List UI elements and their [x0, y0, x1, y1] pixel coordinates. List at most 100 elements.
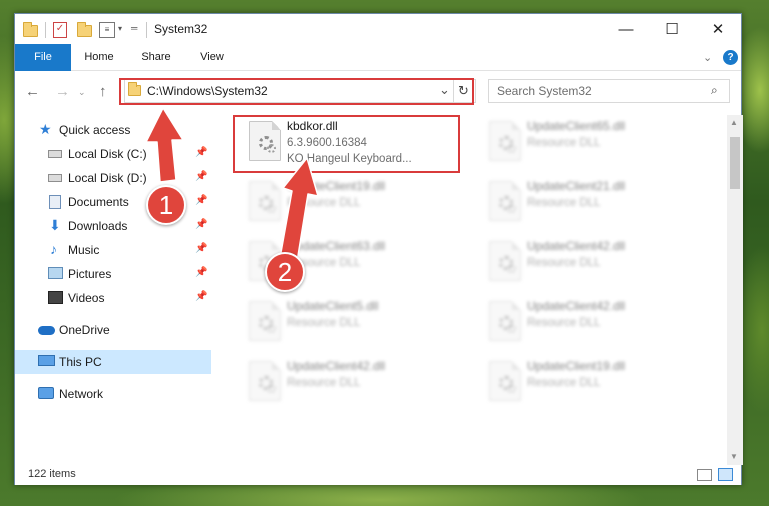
- address-divider: [453, 80, 454, 102]
- scroll-down-icon[interactable]: ▼: [730, 452, 738, 461]
- sidebar-item-this-pc[interactable]: This PC: [15, 350, 211, 374]
- dll-file-icon: [249, 181, 281, 221]
- search-box[interactable]: Search System32 ⌕: [488, 79, 730, 103]
- file-tile[interactable]: UpdateClient21.dll Resource DLL: [477, 177, 707, 233]
- drive-icon: [48, 150, 62, 158]
- sidebar-item-label: Local Disk (D:): [68, 171, 147, 185]
- details-view-icon[interactable]: [697, 469, 712, 481]
- pin-icon[interactable]: 📌: [195, 147, 207, 158]
- properties-icon[interactable]: ✓: [53, 22, 67, 38]
- sidebar-item-label: Local Disk (C:): [68, 147, 147, 161]
- dll-file-icon: [249, 241, 281, 281]
- file-tile[interactable]: UpdateClient19.dll Resource DLL: [477, 357, 707, 413]
- pin-icon[interactable]: 📌: [195, 291, 207, 302]
- qa-divider: [45, 22, 46, 38]
- sidebar-item-label: Music: [68, 243, 100, 257]
- search-icon[interactable]: ⌕: [711, 83, 718, 98]
- recent-locations-icon[interactable]: ⌄: [78, 87, 86, 98]
- file-tile-kbdkor[interactable]: kbdkor.dll 6.3.9600.16384 KO Hangeul Key…: [237, 117, 467, 173]
- file-tile[interactable]: UpdateClient5.dll Resource DLL: [237, 297, 467, 353]
- refresh-icon[interactable]: ↻: [458, 83, 469, 99]
- file-name: UpdateClient21.dll: [527, 179, 626, 193]
- pin-icon[interactable]: 📌: [195, 195, 207, 206]
- dll-file-icon: [489, 121, 521, 161]
- sidebar-item-local-disk-c[interactable]: Local Disk (C:) 📌: [15, 142, 211, 166]
- drive-icon: [48, 174, 62, 182]
- dll-file-icon: [249, 361, 281, 401]
- file-name: UpdateClient65.dll: [527, 119, 626, 133]
- file-name: UpdateClient42.dll: [287, 359, 386, 373]
- customize-toolbar-icon[interactable]: ═: [131, 23, 137, 39]
- videos-icon: [48, 291, 63, 304]
- sidebar-item-quick-access[interactable]: ★ Quick access: [15, 118, 211, 142]
- documents-icon: [49, 195, 61, 209]
- qa-dropdown-icon[interactable]: ▾: [118, 24, 122, 40]
- pin-icon[interactable]: 📌: [195, 219, 207, 230]
- close-button[interactable]: ✕: [695, 14, 741, 44]
- file-tile[interactable]: UpdateClient42.dll Resource DLL: [477, 237, 707, 293]
- tab-home[interactable]: Home: [77, 44, 121, 71]
- file-description: Resource DLL: [527, 257, 601, 269]
- chevron-down-icon[interactable]: ⌄: [703, 51, 712, 64]
- pin-icon[interactable]: 📌: [195, 243, 207, 254]
- search-placeholder[interactable]: Search System32: [497, 84, 592, 98]
- view-options-icon[interactable]: ≡: [99, 22, 115, 38]
- file-version: 6.3.9600.16384: [287, 137, 367, 149]
- navigation-pane: ★ Quick access Local Disk (C:) 📌 Local D…: [15, 115, 211, 465]
- file-description: Resource DLL: [527, 317, 601, 329]
- sidebar-item-videos[interactable]: Videos 📌: [15, 286, 211, 310]
- downloads-icon: ⬇: [49, 217, 61, 233]
- maximize-button[interactable]: ☐: [649, 14, 695, 44]
- status-bar: 122 items: [15, 465, 741, 485]
- up-arrow-icon[interactable]: ↑: [99, 83, 107, 100]
- file-description: KO Hangeul Keyboard...: [287, 153, 412, 165]
- sidebar-item-network[interactable]: Network: [15, 382, 211, 406]
- minimize-button[interactable]: —: [603, 14, 649, 44]
- explorer-window: ✓ ≡ ▾ ═ System32 — ☐ ✕ File Home Share V…: [14, 13, 743, 485]
- sidebar-item-label: OneDrive: [59, 323, 110, 337]
- back-arrow-icon[interactable]: ←: [25, 83, 40, 100]
- scroll-thumb[interactable]: [730, 137, 740, 189]
- sidebar-item-label: Pictures: [68, 267, 112, 281]
- folder-icon: [23, 22, 38, 38]
- tab-view[interactable]: View: [191, 44, 233, 71]
- address-dropdown-icon[interactable]: ⌄: [439, 82, 450, 98]
- title-bar: ✓ ≡ ▾ ═ System32 — ☐ ✕: [15, 14, 741, 44]
- dll-file-icon: [489, 301, 521, 341]
- pin-icon[interactable]: 📌: [195, 171, 207, 182]
- file-name: UpdateClient42.dll: [527, 239, 626, 253]
- address-bar[interactable]: C:\Windows\System32 ⌄ ↻: [124, 79, 476, 103]
- sidebar-item-label: This PC: [59, 355, 102, 369]
- window-title: System32: [154, 22, 208, 36]
- sidebar-item-label: Videos: [68, 291, 105, 305]
- sidebar-item-onedrive[interactable]: OneDrive: [15, 318, 211, 342]
- sidebar-item-documents[interactable]: Documents 📌: [15, 190, 211, 214]
- music-icon: ♪: [50, 241, 57, 257]
- file-tile[interactable]: UpdateClient63.dll Resource DLL: [237, 237, 467, 293]
- forward-arrow-icon[interactable]: →: [55, 83, 70, 100]
- computer-icon: [38, 355, 55, 366]
- sidebar-item-label: Documents: [68, 195, 129, 209]
- cloud-icon: [38, 326, 55, 335]
- file-name: UpdateClient19.dll: [527, 359, 626, 373]
- sidebar-item-music[interactable]: ♪ Music 📌: [15, 238, 211, 262]
- pin-icon[interactable]: 📌: [195, 267, 207, 278]
- navigation-bar: ← → ⌄ ↑ C:\Windows\System32 ⌄ ↻ Search S…: [15, 71, 741, 111]
- scroll-up-icon[interactable]: ▲: [730, 118, 738, 127]
- large-icons-view-icon[interactable]: [718, 468, 733, 481]
- pictures-icon: [48, 267, 63, 279]
- sidebar-item-local-disk-d[interactable]: Local Disk (D:) 📌: [15, 166, 211, 190]
- file-tile[interactable]: UpdateClient19.dll Resource DLL: [237, 177, 467, 233]
- file-tile[interactable]: UpdateClient42.dll Resource DLL: [237, 357, 467, 413]
- file-description: Resource DLL: [287, 377, 361, 389]
- file-tile[interactable]: UpdateClient65.dll Resource DLL: [477, 117, 707, 173]
- tab-file[interactable]: File: [15, 44, 71, 71]
- vertical-scrollbar[interactable]: ▲ ▼: [727, 115, 743, 465]
- tab-share[interactable]: Share: [133, 44, 179, 71]
- help-icon[interactable]: ?: [723, 50, 738, 65]
- address-path[interactable]: C:\Windows\System32: [147, 84, 268, 98]
- sidebar-item-pictures[interactable]: Pictures 📌: [15, 262, 211, 286]
- file-tile[interactable]: UpdateClient42.dll Resource DLL: [477, 297, 707, 353]
- new-folder-icon[interactable]: [77, 22, 92, 38]
- sidebar-item-downloads[interactable]: ⬇ Downloads 📌: [15, 214, 211, 238]
